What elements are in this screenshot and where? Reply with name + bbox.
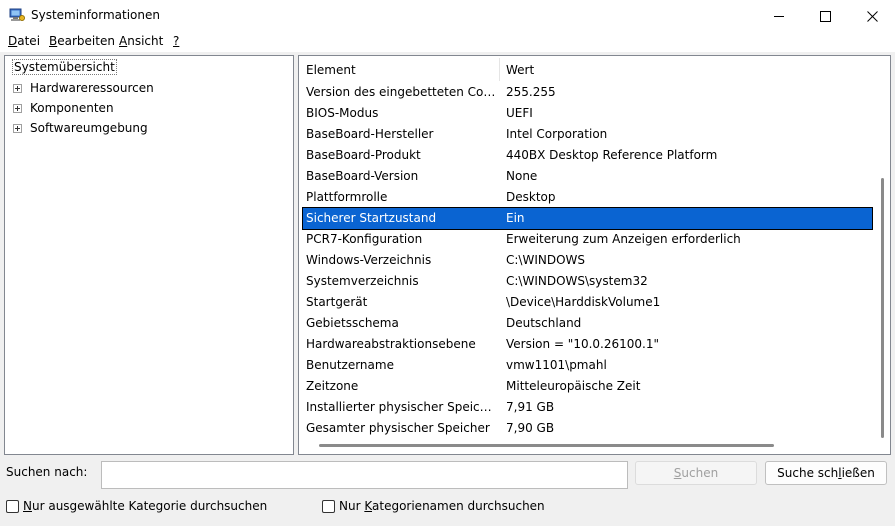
cell-element: Benutzername — [306, 358, 394, 372]
search-selected-category-checkbox[interactable]: Nur ausgewählte Kategorie durchsuchen — [6, 499, 267, 513]
cell-element: Windows-Verzeichnis — [306, 253, 432, 267]
menu-view[interactable]: Ansicht — [119, 34, 163, 48]
cell-value: Version = "10.0.26100.1" — [506, 337, 660, 351]
column-divider[interactable] — [499, 58, 500, 81]
window-title: Systeminformationen — [31, 8, 160, 22]
cell-element: Gesamter physischer Speicher — [306, 421, 490, 435]
menu-edit[interactable]: Bearbeiten — [49, 34, 115, 48]
cell-value: 440BX Desktop Reference Platform — [506, 148, 718, 162]
list-header: Element Wert — [299, 56, 874, 83]
table-row[interactable]: Gesamter physischer Speicher 7,90 GB — [303, 418, 872, 439]
checkbox-label: Nur ausgewählte Kategorie durchsuchen — [23, 499, 268, 513]
horizontal-scroll-thumb[interactable] — [319, 444, 774, 447]
table-row[interactable]: Installierter physischer Speicher (RAM) 7… — [303, 397, 872, 418]
cell-value: None — [506, 169, 538, 183]
minimize-icon — [773, 15, 784, 17]
cell-element: Systemverzeichnis — [306, 274, 419, 288]
cell-element: Hardwareabstraktionsebene — [306, 337, 476, 351]
expand-icon[interactable] — [13, 124, 22, 133]
menu-file[interactable]: Datei — [8, 34, 40, 48]
cell-element: Installierter physischer Speicher (RAM) — [306, 400, 499, 414]
table-row[interactable]: Systemverzeichnis C:\WINDOWS\system32 — [303, 271, 872, 292]
table-row[interactable]: PCR7-Konfiguration Erweiterung zum Anzeig… — [303, 229, 872, 250]
checkbox-label: Nur Kategorienamen durchsuchen — [339, 499, 545, 513]
system-information-icon — [9, 8, 25, 21]
maximize-icon — [819, 10, 831, 22]
menu-bar: Datei Bearbeiten Ansicht ? — [0, 32, 895, 52]
vertical-scroll-thumb[interactable] — [881, 178, 884, 438]
cell-element: Zeitzone — [306, 379, 359, 393]
column-header-value[interactable]: Wert — [506, 63, 534, 77]
table-row[interactable]: Sicherer Startzustand Ein — [302, 207, 873, 230]
vertical-scrollbar[interactable] — [875, 56, 890, 454]
cell-value: 255.255 — [506, 85, 556, 99]
table-row[interactable]: Hardwareabstraktionsebene Version = "10.0… — [303, 334, 872, 355]
close-button[interactable] — [849, 0, 895, 32]
cell-element: BaseBoard-Hersteller — [306, 127, 434, 141]
cell-value: vmw1101\pmahl — [506, 358, 607, 372]
cell-value: 7,90 GB — [506, 421, 555, 435]
cell-value: Mitteleuropäische Zeit — [506, 379, 641, 393]
close-search-button[interactable]: Suche sch l ießen — [765, 461, 887, 485]
table-row[interactable]: BaseBoard-Produkt 440BX Desktop Reference… — [303, 145, 872, 166]
cell-value: C:\WINDOWS — [506, 253, 586, 267]
tree-item-label: Komponenten — [30, 101, 114, 115]
expand-icon[interactable] — [13, 84, 22, 93]
cell-element: PCR7-Konfiguration — [306, 232, 423, 246]
cell-value: 7,91 GB — [506, 400, 555, 414]
tree-item-label: Softwareumgebung — [30, 121, 148, 135]
cell-element: Gebietsschema — [306, 316, 399, 330]
title-bar: Systeminformationen — [0, 0, 895, 32]
horizontal-scrollbar[interactable] — [299, 438, 874, 454]
search-button[interactable]: Suchen — [635, 461, 757, 485]
cell-value: \Device\HarddiskVolume1 — [506, 295, 661, 309]
table-row[interactable]: Benutzername vmw1101\pmahl — [303, 355, 872, 376]
search-input[interactable] — [101, 461, 628, 489]
cell-element: BIOS-Modus — [306, 106, 379, 120]
cell-value: Deutschland — [506, 316, 582, 330]
table-row[interactable]: BIOS-Modus UEFI — [303, 103, 872, 124]
cell-value: Intel Corporation — [506, 127, 608, 141]
table-row[interactable]: Startgerät \Device\HarddiskVolume1 — [303, 292, 872, 313]
details-list[interactable]: Element Wert Version des eingebetteten C… — [298, 55, 891, 455]
menu-help[interactable]: ? — [173, 34, 179, 48]
cell-value: Ein — [506, 211, 525, 225]
cell-value: Erweiterung zum Anzeigen erforderlich — [506, 232, 741, 246]
tree-item-system-summary[interactable]: Systemübersicht — [11, 59, 118, 75]
cell-value: UEFI — [506, 106, 533, 120]
table-row[interactable]: Windows-Verzeichnis C:\WINDOWS — [303, 250, 872, 271]
cell-element: Sicherer Startzustand — [306, 211, 437, 225]
category-tree[interactable]: Systemübersicht Hardwareressourcen Kompo… — [4, 55, 294, 455]
column-header-element[interactable]: Element — [306, 63, 356, 77]
close-icon — [866, 10, 878, 22]
tree-item-label: Hardwareressourcen — [30, 81, 154, 95]
cell-value: C:\WINDOWS\system32 — [506, 274, 648, 288]
table-row[interactable]: Version des eingebetteten Controllers 255… — [303, 82, 872, 103]
table-row[interactable]: BaseBoard-Hersteller Intel Corporation — [303, 124, 872, 145]
tree-item-label: Systemübersicht — [12, 59, 117, 75]
search-category-names-checkbox[interactable]: Nur Kategorienamen durchsuchen — [322, 499, 545, 513]
expand-icon[interactable] — [13, 104, 22, 113]
table-row[interactable]: Gebietsschema Deutschland — [303, 313, 872, 334]
cell-value: Desktop — [506, 190, 556, 204]
checkbox-box[interactable] — [6, 499, 19, 513]
maximize-button[interactable] — [802, 0, 848, 32]
cell-element: BaseBoard-Produkt — [306, 148, 421, 162]
cell-element: Startgerät — [306, 295, 368, 309]
table-row[interactable]: BaseBoard-Version None — [303, 166, 872, 187]
minimize-button[interactable] — [756, 0, 802, 32]
table-row[interactable]: Plattformrolle Desktop — [303, 187, 872, 208]
cell-element: BaseBoard-Version — [306, 169, 419, 183]
search-label: Suchen nach: — [6, 465, 88, 479]
cell-element: Plattformrolle — [306, 190, 388, 204]
table-row[interactable]: Zeitzone Mitteleuropäische Zeit — [303, 376, 872, 397]
checkbox-box[interactable] — [322, 499, 335, 513]
cell-element: Version des eingebetteten Controllers — [306, 85, 499, 99]
